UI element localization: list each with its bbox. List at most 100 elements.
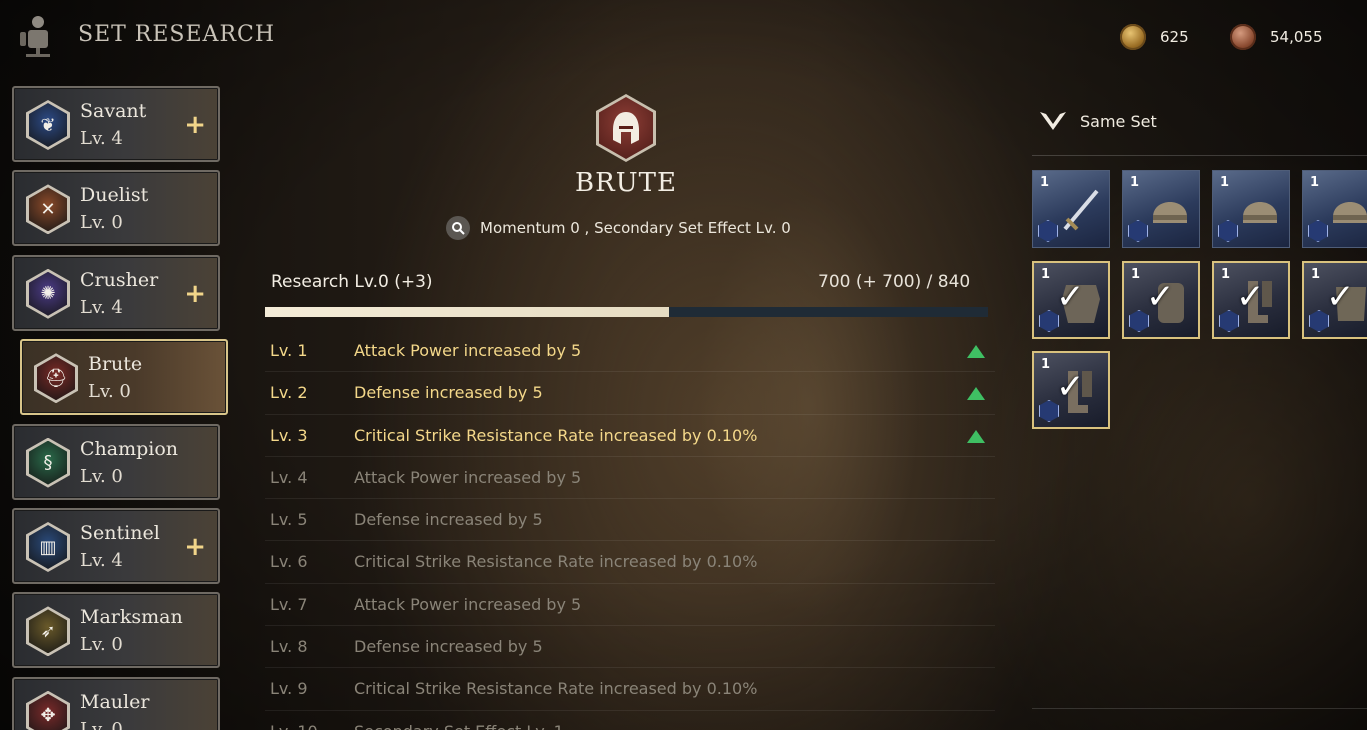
level-number: Lv. 8 (270, 637, 308, 657)
level-description: Attack Power increased by 5 (354, 467, 582, 487)
level-description: Defense increased by 5 (354, 383, 543, 403)
level-number: Lv. 2 (270, 383, 308, 403)
mace-icon: ✺ (40, 283, 56, 305)
level-row[interactable]: Lv. 10 Secondary Set Effect Lv. 1 (265, 711, 995, 730)
class-name: Marksman (80, 606, 183, 629)
set-item-slot[interactable]: 1 ✓ (1032, 351, 1110, 429)
set-item-slot[interactable]: 1 ✓ (1302, 261, 1367, 339)
level-number: Lv. 6 (270, 552, 308, 572)
plus-icon[interactable]: + (184, 110, 206, 140)
level-row[interactable]: Lv. 5 Defense increased by 5 (265, 499, 995, 542)
level-row[interactable]: Lv. 8 Defense increased by 5 (265, 626, 995, 669)
set-badge-icon (1038, 220, 1058, 242)
helmet-icon: ⛑ (44, 367, 68, 389)
plus-icon[interactable]: + (184, 532, 206, 562)
gold-coin-icon (1120, 24, 1146, 50)
gold-amount: 625 (1160, 28, 1189, 46)
class-emblem: ❦ (26, 100, 70, 150)
level-list[interactable]: Lv. 1 Attack Power increased by 5 Lv. 2 Def… (265, 330, 995, 730)
level-description: Defense increased by 5 (354, 510, 543, 530)
level-description: Critical Strike Resistance Rate increase… (354, 425, 758, 445)
level-up-arrow-icon (967, 345, 985, 358)
class-card-savant[interactable]: ❦ Savant Lv. 4 + (12, 86, 220, 162)
copper-amount: 54,055 (1270, 28, 1323, 46)
level-row[interactable]: Lv. 4 Attack Power increased by 5 (265, 457, 995, 500)
level-description: Critical Strike Resistance Rate increase… (354, 679, 758, 699)
class-card-crusher[interactable]: ✺ Crusher Lv. 4 + (12, 254, 220, 331)
checkmark-icon: ✓ (1146, 277, 1175, 317)
level-row[interactable]: Lv. 7 Attack Power increased by 5 (265, 584, 995, 627)
class-card-sentinel[interactable]: ▥ Sentinel Lv. 4 + (12, 508, 220, 584)
level-number: Lv. 4 (270, 467, 308, 487)
level-row[interactable]: Lv. 6 Critical Strike Resistance Rate inc… (265, 541, 995, 584)
divider (1032, 155, 1367, 156)
top-header: SET RESEARCH 625 54,055 (0, 0, 1367, 75)
level-description: Secondary Set Effect Lv. 1 (354, 722, 564, 730)
magnifier-icon[interactable] (446, 216, 470, 240)
brute-emblem (596, 94, 656, 162)
set-item-slot[interactable]: 1 (1122, 170, 1200, 248)
level-row[interactable]: Lv. 9 Critical Strike Resistance Rate inc… (265, 668, 995, 711)
divider (1032, 708, 1367, 709)
helmet-icon (1243, 202, 1277, 223)
sword-icon (1063, 189, 1099, 231)
item-count: 1 (1041, 267, 1051, 282)
level-row[interactable]: Lv. 3 Critical Strike Resistance Rate inc… (265, 415, 995, 457)
helmet-icon (1333, 202, 1367, 223)
same-set-label: Same Set (1080, 111, 1157, 131)
set-item-slot[interactable]: 1 (1212, 170, 1290, 248)
set-item-slot[interactable]: 1 (1032, 170, 1110, 248)
checkmark-icon: ✓ (1326, 277, 1355, 317)
page-title: SET RESEARCH (78, 22, 276, 47)
class-level: Lv. 0 (80, 634, 123, 656)
class-card-marksman[interactable]: ➶ Marksman Lv. 0 (12, 592, 220, 669)
set-badge-icon (1308, 220, 1328, 242)
class-level: Lv. 4 (80, 550, 123, 571)
level-description: Critical Strike Resistance Rate increase… (354, 552, 758, 572)
set-badge-icon (1218, 220, 1238, 242)
set-badge-icon (1128, 220, 1148, 242)
class-level: Lv. 4 (80, 128, 123, 149)
class-level: Lv. 0 (80, 212, 123, 234)
checkmark-icon: ✓ (1056, 277, 1085, 317)
momentum-text: Momentum 0 , Secondary Set Effect Lv. 0 (480, 219, 791, 237)
level-up-arrow-icon (967, 429, 985, 443)
level-number: Lv. 10 (270, 722, 318, 730)
plus-icon[interactable]: + (184, 279, 206, 309)
level-number: Lv. 7 (270, 594, 308, 614)
set-item-slot[interactable]: 1 ✓ (1032, 261, 1110, 339)
item-count: 1 (1131, 267, 1141, 282)
item-count: 1 (1221, 267, 1231, 282)
class-emblem: ⛑ (34, 353, 78, 404)
class-card-brute[interactable]: ⛑ Brute Lv. 0 (20, 339, 228, 416)
set-item-slot[interactable]: 1 ✓ (1122, 261, 1200, 339)
item-count: 1 (1041, 357, 1051, 372)
item-count: 1 (1130, 175, 1140, 190)
checkmark-icon: ✓ (1236, 277, 1265, 317)
crossed-swords-icon: ✕ (40, 198, 56, 220)
class-level: Lv. 0 (88, 381, 131, 403)
checkmark-icon: ✓ (1056, 367, 1085, 407)
helmet-icon (613, 112, 639, 144)
set-wing-icon (1040, 112, 1066, 130)
item-count: 1 (1311, 267, 1321, 282)
item-count: 1 (1040, 175, 1050, 190)
copper-coin-icon (1230, 24, 1256, 50)
research-level: Research Lv.0 (+3) (271, 272, 433, 292)
momentum-info: Momentum 0 , Secondary Set Effect Lv. 0 (446, 216, 791, 240)
class-name: Savant (80, 100, 147, 122)
level-number: Lv. 3 (270, 425, 308, 445)
set-item-slot[interactable]: 1 (1302, 170, 1367, 248)
class-card-champion[interactable]: § Champion Lv. 0 (12, 423, 220, 500)
level-description: Attack Power increased by 5 (354, 341, 582, 360)
level-row[interactable]: Lv. 2 Defense increased by 5 (265, 372, 995, 415)
level-number: Lv. 9 (270, 679, 308, 699)
class-card-mauler[interactable]: ✥ Mauler Lv. 0 (12, 676, 220, 730)
claw-icon: ✥ (40, 705, 56, 727)
set-item-slot[interactable]: 1 ✓ (1212, 261, 1290, 339)
item-count: 1 (1310, 175, 1320, 190)
class-name: Brute (88, 353, 143, 376)
level-description: Defense increased by 5 (354, 637, 543, 657)
class-emblem: ▥ (26, 522, 70, 572)
level-row[interactable]: Lv. 1 Attack Power increased by 5 (265, 330, 995, 373)
